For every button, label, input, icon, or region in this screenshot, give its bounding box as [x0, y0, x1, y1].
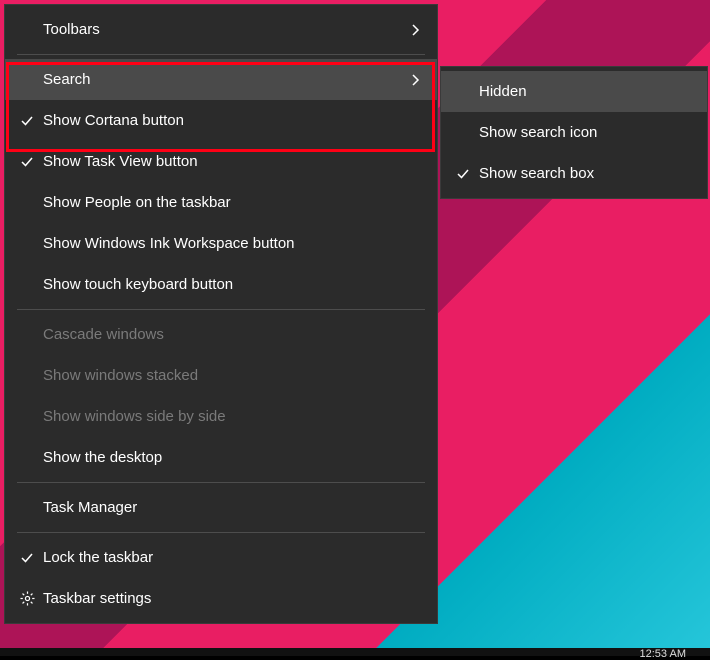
search-submenu: Hidden Show search icon Show search box — [440, 66, 708, 199]
separator — [17, 482, 425, 483]
taskbar-context-menu: Toolbars Search Show Cortana button Show… — [4, 4, 438, 624]
menu-windows-side-by-side: Show windows side by side — [5, 396, 437, 437]
menu-label: Show search box — [475, 165, 693, 182]
menu-label: Lock the taskbar — [39, 549, 423, 566]
menu-label: Toolbars — [39, 21, 409, 38]
menu-label: Show windows side by side — [39, 408, 423, 425]
menu-label: Show Windows Ink Workspace button — [39, 235, 423, 252]
menu-taskbar-settings[interactable]: Taskbar settings — [5, 578, 437, 619]
menu-label: Show windows stacked — [39, 367, 423, 384]
menu-lock-taskbar[interactable]: Lock the taskbar — [5, 537, 437, 578]
submenu-show-search-box[interactable]: Show search box — [441, 153, 707, 194]
menu-label: Show touch keyboard button — [39, 276, 423, 293]
menu-toolbars[interactable]: Toolbars — [5, 9, 437, 50]
menu-label: Show the desktop — [39, 449, 423, 466]
menu-show-cortana[interactable]: Show Cortana button — [5, 100, 437, 141]
chevron-right-icon — [409, 74, 423, 86]
menu-windows-stacked: Show windows stacked — [5, 355, 437, 396]
menu-cascade-windows: Cascade windows — [5, 314, 437, 355]
menu-show-task-view[interactable]: Show Task View button — [5, 141, 437, 182]
menu-show-ink[interactable]: Show Windows Ink Workspace button — [5, 223, 437, 264]
check-icon — [451, 167, 475, 181]
menu-task-manager[interactable]: Task Manager — [5, 487, 437, 528]
menu-label: Show search icon — [475, 124, 693, 141]
gear-icon — [15, 591, 39, 606]
menu-label: Cascade windows — [39, 326, 423, 343]
menu-show-desktop[interactable]: Show the desktop — [5, 437, 437, 478]
check-icon — [15, 551, 39, 565]
check-icon — [15, 114, 39, 128]
menu-show-people[interactable]: Show People on the taskbar — [5, 182, 437, 223]
separator — [17, 309, 425, 310]
taskbar-clock[interactable]: 12:53 AM — [640, 648, 686, 660]
separator — [17, 54, 425, 55]
menu-label: Task Manager — [39, 499, 423, 516]
check-icon — [15, 155, 39, 169]
submenu-show-search-icon[interactable]: Show search icon — [441, 112, 707, 153]
menu-label: Hidden — [475, 83, 693, 100]
menu-label: Show Cortana button — [39, 112, 423, 129]
menu-label: Taskbar settings — [39, 590, 423, 607]
menu-label: Show People on the taskbar — [39, 194, 423, 211]
chevron-right-icon — [409, 24, 423, 36]
menu-label: Search — [39, 71, 409, 88]
menu-show-touch-keyboard[interactable]: Show touch keyboard button — [5, 264, 437, 305]
taskbar[interactable]: 12:53 AM — [0, 648, 710, 656]
separator — [17, 532, 425, 533]
menu-label: Show Task View button — [39, 153, 423, 170]
menu-search[interactable]: Search — [5, 59, 437, 100]
submenu-hidden[interactable]: Hidden — [441, 71, 707, 112]
